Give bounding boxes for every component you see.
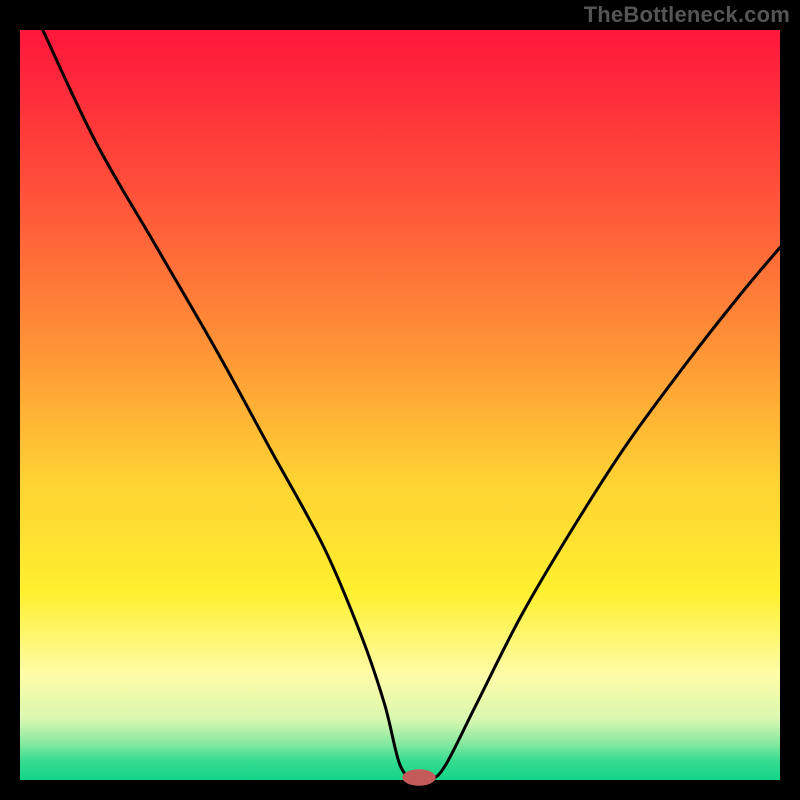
bottleneck-chart xyxy=(0,0,800,800)
sweet-spot-marker xyxy=(402,769,435,786)
gradient-background xyxy=(20,30,780,780)
chart-frame: TheBottleneck.com xyxy=(0,0,800,800)
